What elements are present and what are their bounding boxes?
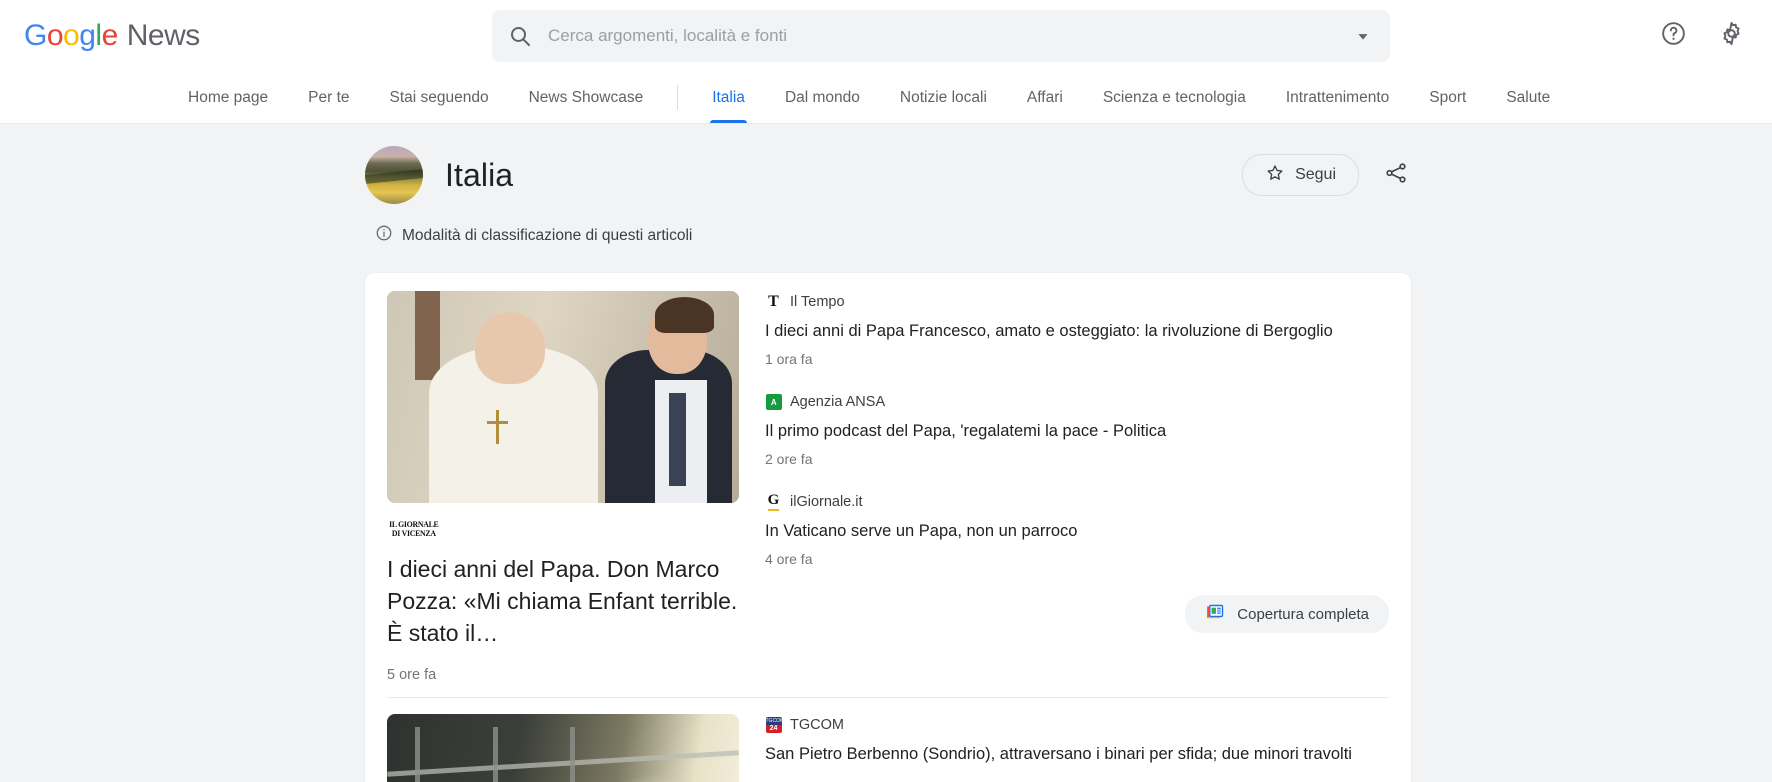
story-source[interactable]: TGCOM24 TGCOM [765, 716, 1389, 734]
topic-avatar [365, 146, 423, 204]
story-cluster: IL GIORNALE DI VICENZA I dieci anni del … [387, 291, 1389, 697]
story-time: 1 ora fa [765, 351, 813, 367]
lead-story-image[interactable] [387, 291, 739, 503]
story-source[interactable]: G ilGiornale.it [765, 493, 1389, 511]
settings-gear-icon [1718, 20, 1745, 52]
coverage-row: Copertura completa [765, 595, 1389, 633]
story-source-name: Agenzia ANSA [790, 394, 886, 410]
story-item: G ilGiornale.it In Vaticano serve un Pap… [765, 493, 1389, 568]
lead-story-image[interactable] [387, 714, 739, 782]
nav-item-notizie-locali[interactable]: Notizie locali [880, 72, 1007, 123]
story-source-name: TGCOM [790, 717, 844, 733]
story-time: 2 ore fa [765, 451, 813, 467]
nav-item-news-showcase[interactable]: News Showcase [509, 72, 664, 123]
chevron-down-icon[interactable] [1352, 25, 1374, 47]
nav-item-affari[interactable]: Affari [1007, 72, 1083, 123]
nav-item-home-page[interactable]: Home page [168, 72, 288, 123]
info-icon [375, 224, 393, 247]
topic-actions: Segui [1242, 154, 1411, 196]
story-item: A Agenzia ANSA Il primo podcast del Papa… [765, 393, 1389, 467]
settings-button[interactable] [1716, 21, 1746, 51]
logo-product-name: News [126, 19, 201, 52]
story-source-name: Il Tempo [790, 294, 845, 310]
nav-item-per-te[interactable]: Per te [288, 72, 369, 123]
tgcom24-favicon: TGCOM24 [765, 717, 782, 733]
search-input[interactable] [548, 26, 1352, 46]
nav-item-salute[interactable]: Salute [1486, 72, 1570, 123]
follow-button-label: Segui [1295, 166, 1336, 183]
share-icon [1384, 161, 1408, 190]
nav-item-sport[interactable]: Sport [1409, 72, 1486, 123]
story-title[interactable]: San Pietro Berbenno (Sondrio), attravers… [765, 743, 1389, 765]
story-source-name: ilGiornale.it [790, 494, 863, 510]
story-source[interactable]: T Il Tempo [765, 293, 1389, 311]
follow-button[interactable]: Segui [1242, 154, 1359, 196]
story-title[interactable]: Il primo podcast del Papa, 'regalatemi l… [765, 420, 1389, 442]
logo-letter-g2: g [79, 19, 96, 52]
content-column: Italia Segui Modalità di classificazione… [361, 124, 1411, 782]
gdv-logo-line2: DI VICENZA [391, 528, 436, 538]
nav-item-italia[interactable]: Italia [692, 72, 765, 123]
google-news-logo[interactable]: Google News [24, 19, 200, 53]
logo-letter-o1: o [46, 19, 64, 52]
story-time: 4 ore fa [765, 551, 813, 567]
main-navigation: Home page Per te Stai seguendo News Show… [0, 72, 1772, 124]
full-coverage-label: Copertura completa [1237, 605, 1369, 623]
logo-letter-e: e [101, 19, 119, 52]
page-body: Italia Segui Modalità di classificazione… [0, 124, 1772, 782]
share-button[interactable] [1381, 160, 1411, 190]
nav-item-scienza-e-tecnologia[interactable]: Scienza e tecnologia [1083, 72, 1266, 123]
story-item: T Il Tempo I dieci anni di Papa Francesc… [765, 293, 1389, 368]
full-coverage-icon [1205, 602, 1226, 627]
page-title: Italia [445, 156, 514, 193]
classification-label: Modalità di classificazione di questi ar… [402, 226, 693, 244]
topic-header: Italia Segui [365, 124, 1411, 204]
giornale-di-vicenza-logo: IL GIORNALE DI VICENZA [389, 520, 439, 538]
story-item: TGCOM24 TGCOM San Pietro Berbenno (Sondr… [765, 716, 1389, 765]
help-icon [1660, 20, 1687, 52]
lead-story-time: 5 ore fa [387, 667, 437, 683]
logo-letter-g: G [24, 19, 47, 52]
nav-separator [677, 85, 679, 110]
lead-story-title[interactable]: I dieci anni del Papa. Don Marco Pozza: … [387, 553, 739, 649]
nav-item-stai-seguendo[interactable]: Stai seguendo [370, 72, 509, 123]
lead-story: IL GIORNALE DI VICENZA I dieci anni del … [387, 291, 739, 683]
topbar-actions [1658, 21, 1746, 51]
lead-story-source[interactable]: IL GIORNALE DI VICENZA [387, 519, 739, 539]
related-stories: TGCOM24 TGCOM San Pietro Berbenno (Sondr… [765, 714, 1389, 782]
story-card: IL GIORNALE DI VICENZA I dieci anni del … [365, 273, 1411, 782]
ilgiornale-favicon: G [765, 493, 782, 511]
star-outline-icon [1265, 163, 1285, 188]
full-coverage-button[interactable]: Copertura completa [1185, 595, 1389, 633]
lead-story [387, 714, 739, 782]
search-icon [508, 24, 532, 48]
help-button[interactable] [1658, 21, 1688, 51]
story-title[interactable]: In Vaticano serve un Papa, non un parroc… [765, 520, 1389, 542]
classification-link[interactable]: Modalità di classificazione di questi ar… [375, 224, 692, 247]
nav-item-intrattenimento[interactable]: Intrattenimento [1266, 72, 1409, 123]
nav-item-dal-mondo[interactable]: Dal mondo [765, 72, 880, 123]
top-bar: Google News [0, 0, 1772, 72]
story-source[interactable]: A Agenzia ANSA [765, 393, 1389, 411]
search-bar[interactable] [492, 10, 1390, 62]
story-title[interactable]: I dieci anni di Papa Francesco, amato e … [765, 320, 1389, 342]
logo-letter-o2: o [63, 19, 80, 52]
ansa-favicon: A [765, 394, 782, 411]
story-cluster: TGCOM24 TGCOM San Pietro Berbenno (Sondr… [387, 697, 1389, 782]
il-tempo-favicon: T [768, 293, 779, 310]
related-stories: T Il Tempo I dieci anni di Papa Francesc… [765, 291, 1389, 683]
